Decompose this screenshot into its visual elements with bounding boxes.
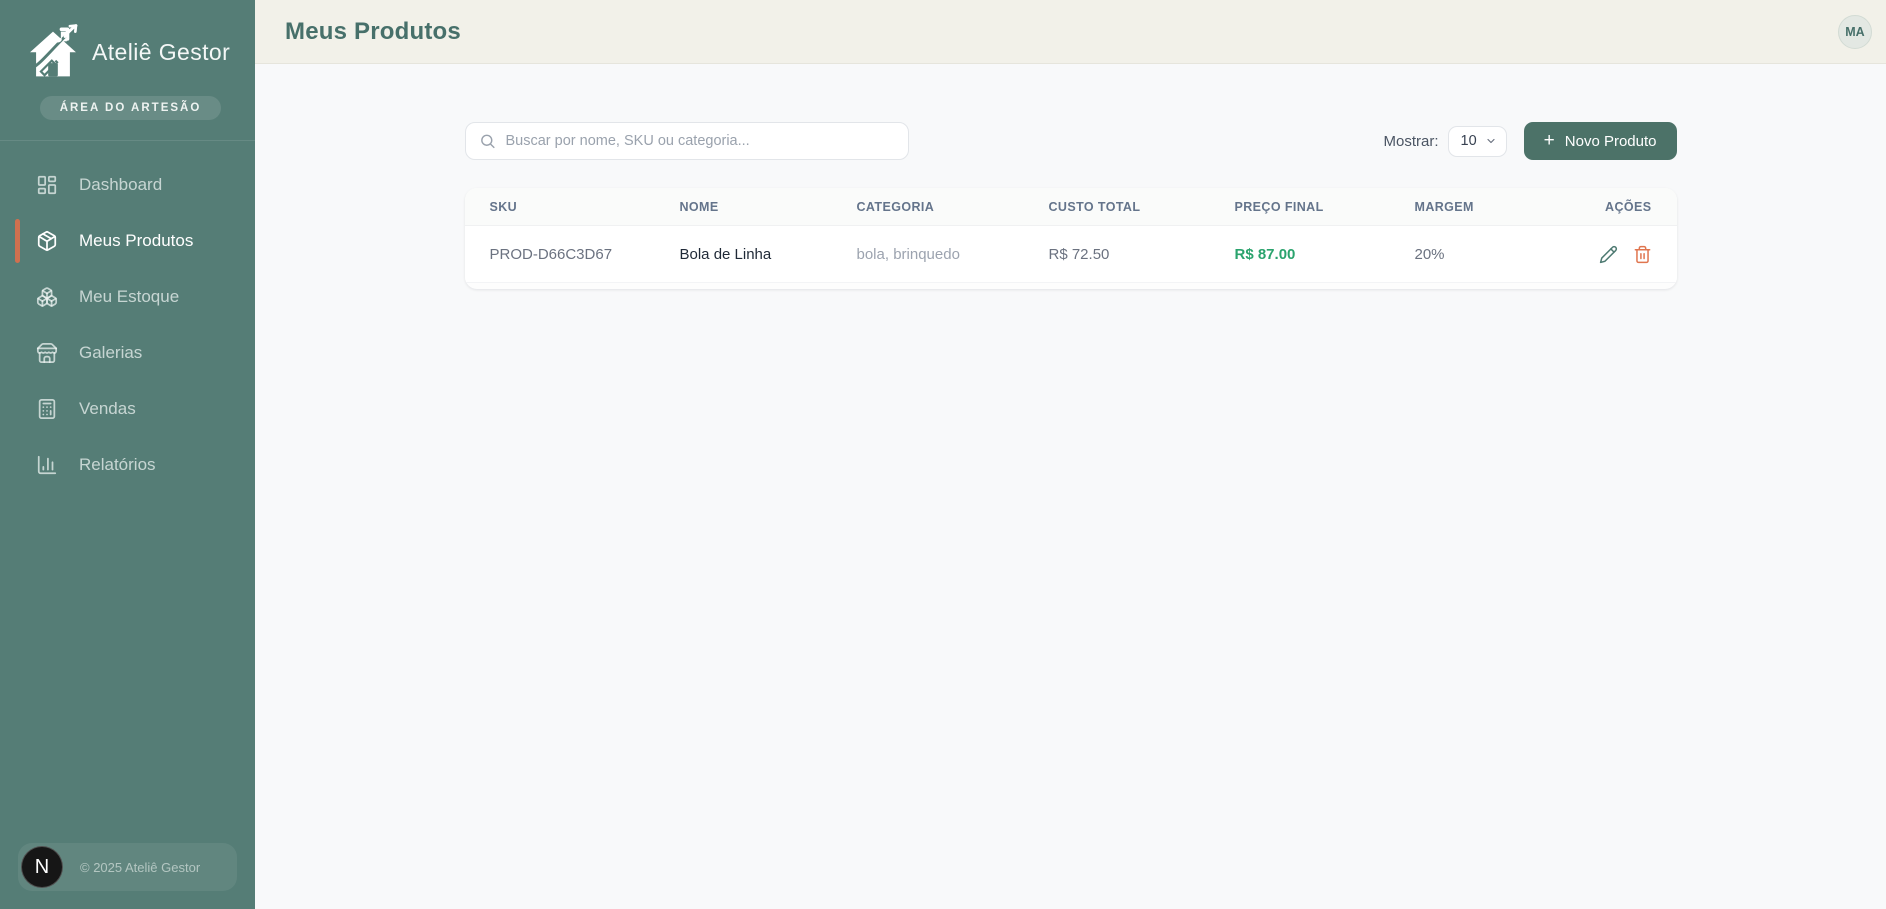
trash-icon xyxy=(1633,245,1652,264)
boxes-icon xyxy=(36,286,58,308)
content: Mostrar: 10 + Novo Produto xyxy=(255,64,1886,909)
sidebar-footer: N © 2025 Ateliê Gestor xyxy=(18,843,237,891)
page-title: Meus Produtos xyxy=(285,18,461,46)
area-badge: ÁREA DO ARTESÃO xyxy=(40,96,222,120)
new-product-button[interactable]: + Novo Produto xyxy=(1524,122,1677,160)
main-area: Meus Produtos MA Mostrar: 10 xyxy=(255,0,1886,909)
sidebar-item-label: Meus Produtos xyxy=(79,231,193,251)
sidebar-item-galerias[interactable]: Galerias xyxy=(0,329,255,377)
column-header-preco-final: PREÇO FINAL xyxy=(1235,200,1415,214)
sidebar-item-vendas[interactable]: Vendas xyxy=(0,385,255,433)
atelie-gestor-logo-icon xyxy=(24,22,82,82)
page-size-value: 10 xyxy=(1461,133,1477,149)
search-box xyxy=(465,122,909,160)
column-header-margem: MARGEM xyxy=(1415,200,1584,214)
column-header-custo-total: CUSTO TOTAL xyxy=(1049,200,1235,214)
sidebar-item-meu-estoque[interactable]: Meu Estoque xyxy=(0,273,255,321)
search-input[interactable] xyxy=(466,123,908,159)
column-header-acoes: AÇÕES xyxy=(1584,200,1677,214)
toolbar: Mostrar: 10 + Novo Produto xyxy=(465,122,1677,160)
delete-button[interactable] xyxy=(1633,245,1652,264)
app-title: Ateliê Gestor xyxy=(92,39,230,66)
table-row: PROD-D66C3D67 Bola de Linha bola, brinqu… xyxy=(465,226,1677,283)
new-product-label: Novo Produto xyxy=(1565,133,1657,150)
show-label: Mostrar: xyxy=(1384,133,1439,150)
calculator-icon xyxy=(36,398,58,420)
layout-dashboard-icon xyxy=(36,174,58,196)
store-icon xyxy=(36,342,58,364)
sidebar-item-label: Vendas xyxy=(79,399,136,419)
sidebar-item-meus-produtos[interactable]: Meus Produtos xyxy=(0,217,255,265)
topbar: Meus Produtos MA xyxy=(255,0,1886,64)
search-icon xyxy=(479,133,496,150)
cell-nome: Bola de Linha xyxy=(680,246,857,263)
bar-chart-icon xyxy=(36,454,58,476)
sidebar-item-relatorios[interactable]: Relatórios xyxy=(0,441,255,489)
cell-custo-total: R$ 72.50 xyxy=(1049,246,1235,263)
cell-categoria: bola, brinquedo xyxy=(857,246,1049,263)
package-icon xyxy=(36,230,58,252)
cell-preco-final: R$ 87.00 xyxy=(1235,246,1415,263)
footer-pill: N © 2025 Ateliê Gestor xyxy=(18,843,237,891)
sidebar-item-dashboard[interactable]: Dashboard xyxy=(0,161,255,209)
copyright-text: © 2025 Ateliê Gestor xyxy=(80,860,200,875)
cell-sku: PROD-D66C3D67 xyxy=(465,246,680,263)
table-header-row: SKU NOME CATEGORIA CUSTO TOTAL PREÇO FIN… xyxy=(465,188,1677,226)
nextjs-dev-badge[interactable]: N xyxy=(21,846,63,888)
chevron-down-icon xyxy=(1485,135,1497,147)
products-table-card: SKU NOME CATEGORIA CUSTO TOTAL PREÇO FIN… xyxy=(465,188,1677,289)
cell-margem: 20% xyxy=(1415,246,1584,263)
column-header-categoria: CATEGORIA xyxy=(857,200,1049,214)
column-header-sku: SKU xyxy=(465,200,680,214)
sidebar-item-label: Galerias xyxy=(79,343,142,363)
sidebar: Ateliê Gestor ÁREA DO ARTESÃO Dashboard xyxy=(0,0,255,909)
pencil-icon xyxy=(1599,245,1618,264)
column-header-nome: NOME xyxy=(680,200,857,214)
sidebar-nav: Dashboard Meus Produtos xyxy=(0,161,255,843)
plus-icon: + xyxy=(1544,131,1555,150)
page-size-select[interactable]: 10 xyxy=(1448,126,1507,157)
edit-button[interactable] xyxy=(1599,245,1618,264)
avatar[interactable]: MA xyxy=(1838,15,1872,49)
sidebar-item-label: Relatórios xyxy=(79,455,156,475)
sidebar-item-label: Meu Estoque xyxy=(79,287,179,307)
row-actions xyxy=(1584,245,1652,264)
sidebar-item-label: Dashboard xyxy=(79,175,162,195)
brand-block: Ateliê Gestor ÁREA DO ARTESÃO xyxy=(0,0,255,141)
